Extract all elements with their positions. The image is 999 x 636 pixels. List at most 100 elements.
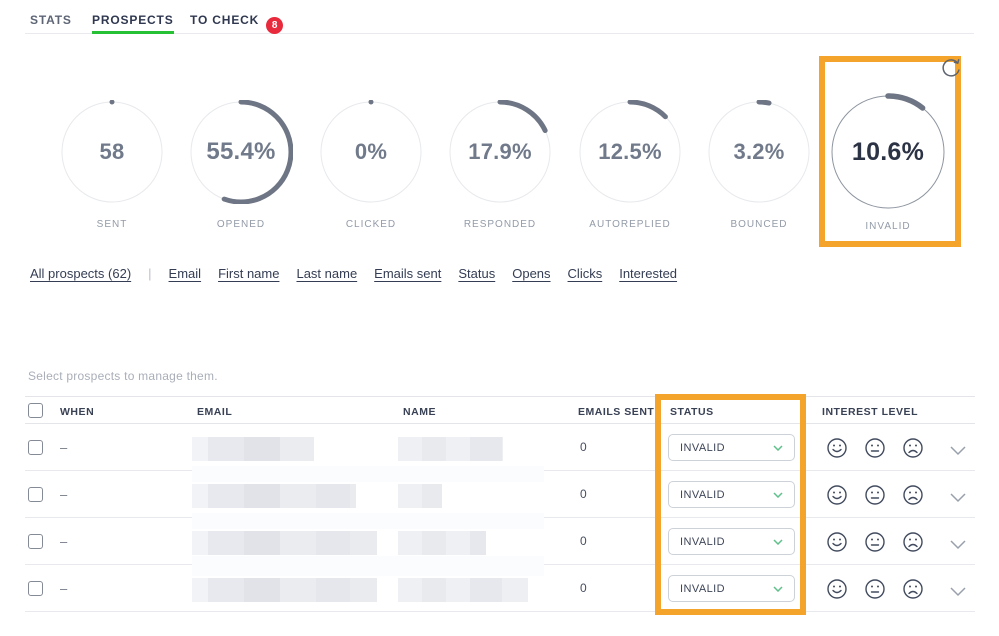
sad-face-icon[interactable] <box>902 437 924 464</box>
expand-row-chevron-icon[interactable] <box>950 490 966 508</box>
filter-separator: | <box>148 266 151 281</box>
filter-all-prospects[interactable]: All prospects (62) <box>30 266 131 281</box>
chevron-down-icon <box>773 445 783 451</box>
table-row: – 0 INVALID <box>25 424 975 471</box>
gauge-opened-value: 55.4% <box>189 100 293 204</box>
when-value: – <box>60 581 67 596</box>
gauge-bounced-value: 3.2% <box>707 100 811 204</box>
filter-emails-sent[interactable]: Emails sent <box>374 266 441 281</box>
col-header-when: WHEN <box>60 406 94 418</box>
sad-face-icon[interactable] <box>902 531 924 558</box>
sad-face-icon[interactable] <box>902 578 924 605</box>
table-header-row: WHEN EMAIL NAME EMAILS SENT STATUS INTER… <box>25 396 975 424</box>
neutral-face-icon[interactable] <box>864 437 886 464</box>
happy-face-icon[interactable] <box>826 578 848 605</box>
tab-to-check[interactable]: TO CHECK8 <box>190 13 283 33</box>
col-header-email: EMAIL <box>197 406 232 418</box>
filter-opens[interactable]: Opens <box>512 266 550 281</box>
col-header-emails-sent: EMAILS SENT <box>578 406 654 418</box>
gauge-clicked-circle: 0% <box>319 100 423 204</box>
blur-wash <box>192 466 544 482</box>
gauge-autoreplied[interactable]: 12.5% AUTOREPLIED <box>565 100 695 230</box>
gauge-bounced-label: BOUNCED <box>694 219 824 230</box>
col-header-name: NAME <box>403 406 436 418</box>
status-dropdown-value: INVALID <box>680 489 725 501</box>
gauge-responded[interactable]: 17.9% RESPONDED <box>435 100 565 230</box>
when-value: – <box>60 487 67 502</box>
filter-email[interactable]: Email <box>169 266 202 281</box>
gauge-sent-circle: 58 <box>60 100 164 204</box>
gauge-responded-label: RESPONDED <box>435 219 565 230</box>
gauge-autoreplied-circle: 12.5% <box>578 100 682 204</box>
expand-row-chevron-icon[interactable] <box>950 443 966 461</box>
emails-sent-value: 0 <box>580 487 587 501</box>
redacted-name <box>398 484 442 508</box>
select-all-checkbox[interactable] <box>28 403 43 418</box>
gauge-invalid-circle: 10.6% <box>829 93 947 211</box>
gauge-sent[interactable]: 58 SENT <box>47 100 177 230</box>
filter-interested[interactable]: Interested <box>619 266 677 281</box>
emails-sent-value: 0 <box>580 534 587 548</box>
happy-face-icon[interactable] <box>826 437 848 464</box>
redacted-name <box>398 531 486 555</box>
row-checkbox[interactable] <box>28 440 43 455</box>
emails-sent-value: 0 <box>580 581 587 595</box>
neutral-face-icon[interactable] <box>864 531 886 558</box>
gauge-sent-value: 58 <box>60 100 164 204</box>
col-header-status: STATUS <box>670 406 714 418</box>
filter-last-name[interactable]: Last name <box>296 266 357 281</box>
gauge-opened-circle: 55.4% <box>189 100 293 204</box>
row-checkbox[interactable] <box>28 581 43 596</box>
expand-row-chevron-icon[interactable] <box>950 537 966 555</box>
redacted-email <box>192 437 314 461</box>
prospects-page: STATS PROSPECTS TO CHECK8 58 SENT 55.4% … <box>0 0 999 636</box>
select-prospects-hint: Select prospects to manage them. <box>28 369 218 383</box>
status-dropdown-value: INVALID <box>680 442 725 454</box>
chevron-down-icon <box>773 539 783 545</box>
gauge-opened-label: OPENED <box>176 219 306 230</box>
blur-wash <box>192 556 544 576</box>
prospects-table: WHEN EMAIL NAME EMAILS SENT STATUS INTER… <box>25 396 975 424</box>
row-checkbox[interactable] <box>28 487 43 502</box>
tab-stats[interactable]: STATS <box>30 13 72 33</box>
gauge-sent-label: SENT <box>47 219 177 230</box>
gauge-clicked[interactable]: 0% CLICKED <box>306 100 436 230</box>
happy-face-icon[interactable] <box>826 484 848 511</box>
expand-row-chevron-icon[interactable] <box>950 584 966 602</box>
emails-sent-value: 0 <box>580 440 587 454</box>
gauge-invalid[interactable]: 10.6% INVALID <box>823 93 953 232</box>
filter-first-name[interactable]: First name <box>218 266 279 281</box>
redacted-name <box>398 437 503 461</box>
tab-prospects[interactable]: PROSPECTS <box>92 13 174 33</box>
neutral-face-icon[interactable] <box>864 484 886 511</box>
happy-face-icon[interactable] <box>826 531 848 558</box>
status-dropdown[interactable]: INVALID <box>668 575 795 602</box>
row-checkbox[interactable] <box>28 534 43 549</box>
gauge-invalid-label: INVALID <box>823 221 953 232</box>
gauge-clicked-label: CLICKED <box>306 219 436 230</box>
status-dropdown[interactable]: INVALID <box>668 528 795 555</box>
sad-face-icon[interactable] <box>902 484 924 511</box>
status-dropdown[interactable]: INVALID <box>668 434 795 461</box>
filter-status[interactable]: Status <box>458 266 495 281</box>
blur-wash <box>192 513 544 529</box>
chevron-down-icon <box>773 586 783 592</box>
filter-clicks[interactable]: Clicks <box>568 266 603 281</box>
refresh-icon[interactable] <box>938 55 964 86</box>
gauge-responded-value: 17.9% <box>448 100 552 204</box>
gauge-bounced[interactable]: 3.2% BOUNCED <box>694 100 824 230</box>
gauge-opened[interactable]: 55.4% OPENED <box>176 100 306 230</box>
redacted-email <box>192 531 377 555</box>
gauge-clicked-value: 0% <box>319 100 423 204</box>
status-dropdown-value: INVALID <box>680 583 725 595</box>
when-value: – <box>60 534 67 549</box>
gauge-autoreplied-label: AUTOREPLIED <box>565 219 695 230</box>
status-dropdown[interactable]: INVALID <box>668 481 795 508</box>
gauge-invalid-value: 10.6% <box>829 93 947 211</box>
prospect-filters: All prospects (62) | Email First name La… <box>30 266 677 281</box>
redacted-name <box>398 578 528 602</box>
gauge-autoreplied-value: 12.5% <box>578 100 682 204</box>
status-dropdown-value: INVALID <box>680 536 725 548</box>
gauge-bounced-circle: 3.2% <box>707 100 811 204</box>
neutral-face-icon[interactable] <box>864 578 886 605</box>
